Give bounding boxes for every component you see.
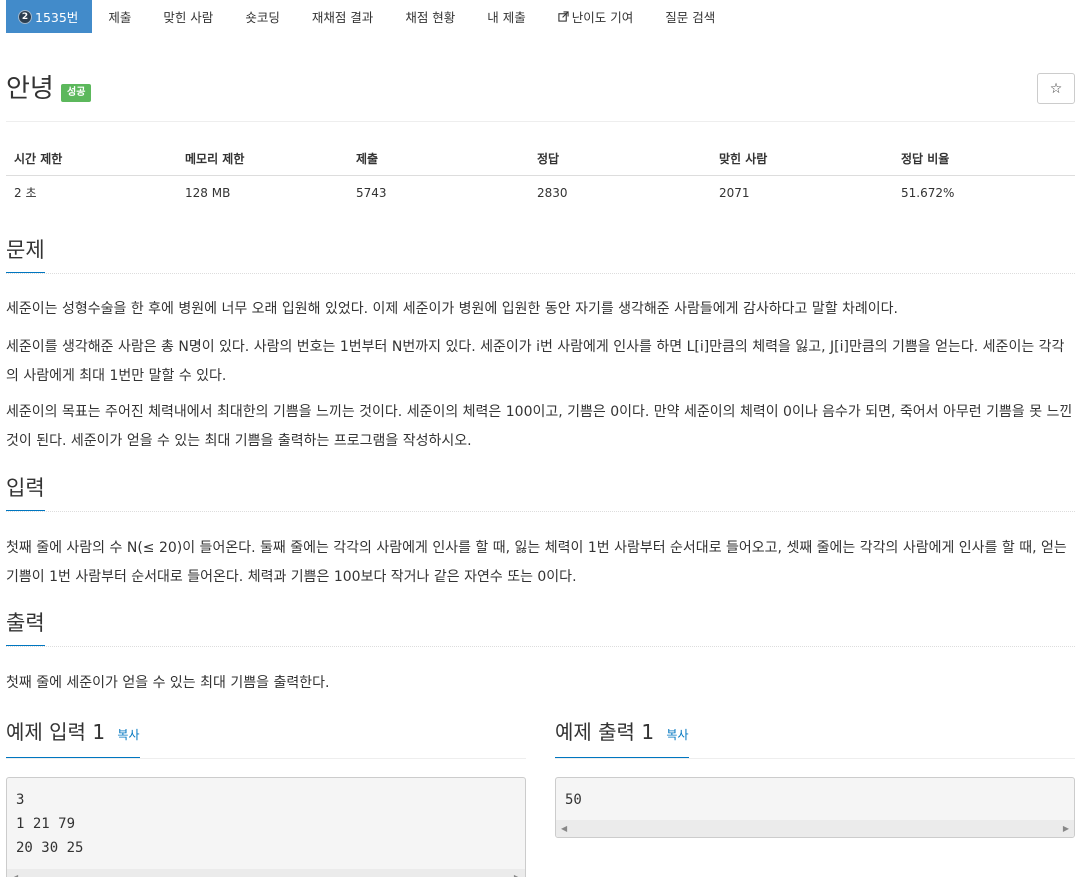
problem-description-1: 세준이는 성형수술을 한 후에 병원에 너무 오래 입원해 있었다. 이제 세준… <box>6 301 899 317</box>
input-section-header: 입력 <box>6 474 1075 512</box>
favorite-star-button[interactable]: ☆ <box>1037 73 1075 104</box>
sample-output-text: 50 <box>565 792 582 808</box>
difficulty-contribution-label: 난이도 기여 <box>571 10 634 25</box>
output-heading: 출력 <box>6 609 45 646</box>
external-link-icon <box>558 11 569 22</box>
col-accept-ratio: 정답 비율 <box>893 143 1075 176</box>
nav-submit[interactable]: 제출 <box>92 0 147 33</box>
problem-heading: 문제 <box>6 236 45 273</box>
tier-icon: 2 <box>18 9 32 24</box>
col-submissions: 제출 <box>348 143 529 176</box>
col-time-limit: 시간 제한 <box>6 143 177 176</box>
nav-judge-status[interactable]: 채점 현황 <box>389 0 471 33</box>
problem-description-2: 세준이를 생각해준 사람은 총 N명이 있다. 사람의 번호는 1번부터 N번까… <box>6 339 1065 384</box>
page-title: 안녕 <box>6 74 54 104</box>
copy-sample-output-link[interactable]: 복사 <box>666 728 688 742</box>
nav-solved-users[interactable]: 맞힌 사람 <box>147 0 229 33</box>
output-section-header: 출력 <box>6 609 1075 647</box>
scroll-left-icon[interactable]: ◀ <box>12 873 18 877</box>
sample-input-scrollbar[interactable]: ◀ ▶ <box>7 869 525 877</box>
sample-output-scrollbar[interactable]: ◀ ▶ <box>556 820 1074 837</box>
problem-number-label: 1535번 <box>35 10 79 25</box>
scroll-right-icon[interactable]: ▶ <box>1063 824 1069 833</box>
input-description: 첫째 줄에 사람의 수 N(≤ 20)이 들어온다. 둘째 줄에는 각각의 사람… <box>6 540 1067 585</box>
sample-output-box[interactable]: 50 ◀ ▶ <box>555 777 1075 838</box>
sample-input-header: 예제 입력 1 복사 <box>6 718 526 759</box>
col-solved-users: 맞힌 사람 <box>711 143 893 176</box>
scroll-right-icon[interactable]: ▶ <box>514 873 520 877</box>
copy-sample-input-link[interactable]: 복사 <box>117 728 139 742</box>
input-heading: 입력 <box>6 474 45 511</box>
accepted-value: 2830 <box>537 185 568 200</box>
accept-ratio-value: 51.672% <box>901 185 955 200</box>
table-header-row: 시간 제한 메모리 제한 제출 정답 맞힌 사람 정답 비율 <box>6 143 1075 176</box>
nav-short-coding[interactable]: 숏코딩 <box>229 0 296 33</box>
nav-problem-number[interactable]: 2 1535번 <box>6 0 93 33</box>
nav-rejudge-results[interactable]: 재채점 결과 <box>296 0 389 33</box>
col-memory-limit: 메모리 제한 <box>177 143 348 176</box>
time-limit-value: 2 초 <box>14 186 37 200</box>
sample-output-heading: 예제 출력 1 복사 <box>555 718 689 758</box>
solved-users-value: 2071 <box>719 185 750 200</box>
problem-title-row: 안녕 성공 ☆ <box>6 72 1075 122</box>
sample-output-title: 예제 출력 1 <box>555 720 655 744</box>
star-icon: ☆ <box>1049 80 1063 97</box>
sample-input-title: 예제 입력 1 <box>6 720 106 744</box>
sample-input-text: 3 1 21 79 20 30 25 <box>16 792 84 856</box>
col-accepted: 정답 <box>529 143 711 176</box>
submissions-value: 5743 <box>356 185 387 200</box>
status-badge: 성공 <box>61 84 92 102</box>
output-description: 첫째 줄에 세준이가 얻을 수 있는 최대 기쁨을 출력한다. <box>6 675 330 691</box>
sample-input-box[interactable]: 3 1 21 79 20 30 25 ◀ ▶ <box>6 777 526 877</box>
sample-input-heading: 예제 입력 1 복사 <box>6 718 140 758</box>
nav-difficulty-contribution[interactable]: 난이도 기여 <box>542 0 649 33</box>
nav-my-submissions[interactable]: 내 제출 <box>471 0 541 33</box>
sample-output-header: 예제 출력 1 복사 <box>555 718 1075 759</box>
scroll-left-icon[interactable]: ◀ <box>561 824 567 833</box>
memory-limit-value: 128 MB <box>185 185 231 200</box>
problem-nav: 2 1535번 제출 맞힌 사람 숏코딩 재채점 결과 채점 현황 내 제출 난… <box>6 0 731 33</box>
problem-description-3: 세준이의 목표는 주어진 체력내에서 최대한의 기쁨을 느끼는 것이다. 세준이… <box>6 404 1073 449</box>
nav-question-search[interactable]: 질문 검색 <box>649 0 731 33</box>
problem-section-header: 문제 <box>6 236 1075 274</box>
problem-info-table: 시간 제한 메모리 제한 제출 정답 맞힌 사람 정답 비율 2 초 128 M… <box>6 143 1075 209</box>
table-row: 2 초 128 MB 5743 2830 2071 51.672% <box>6 176 1075 210</box>
